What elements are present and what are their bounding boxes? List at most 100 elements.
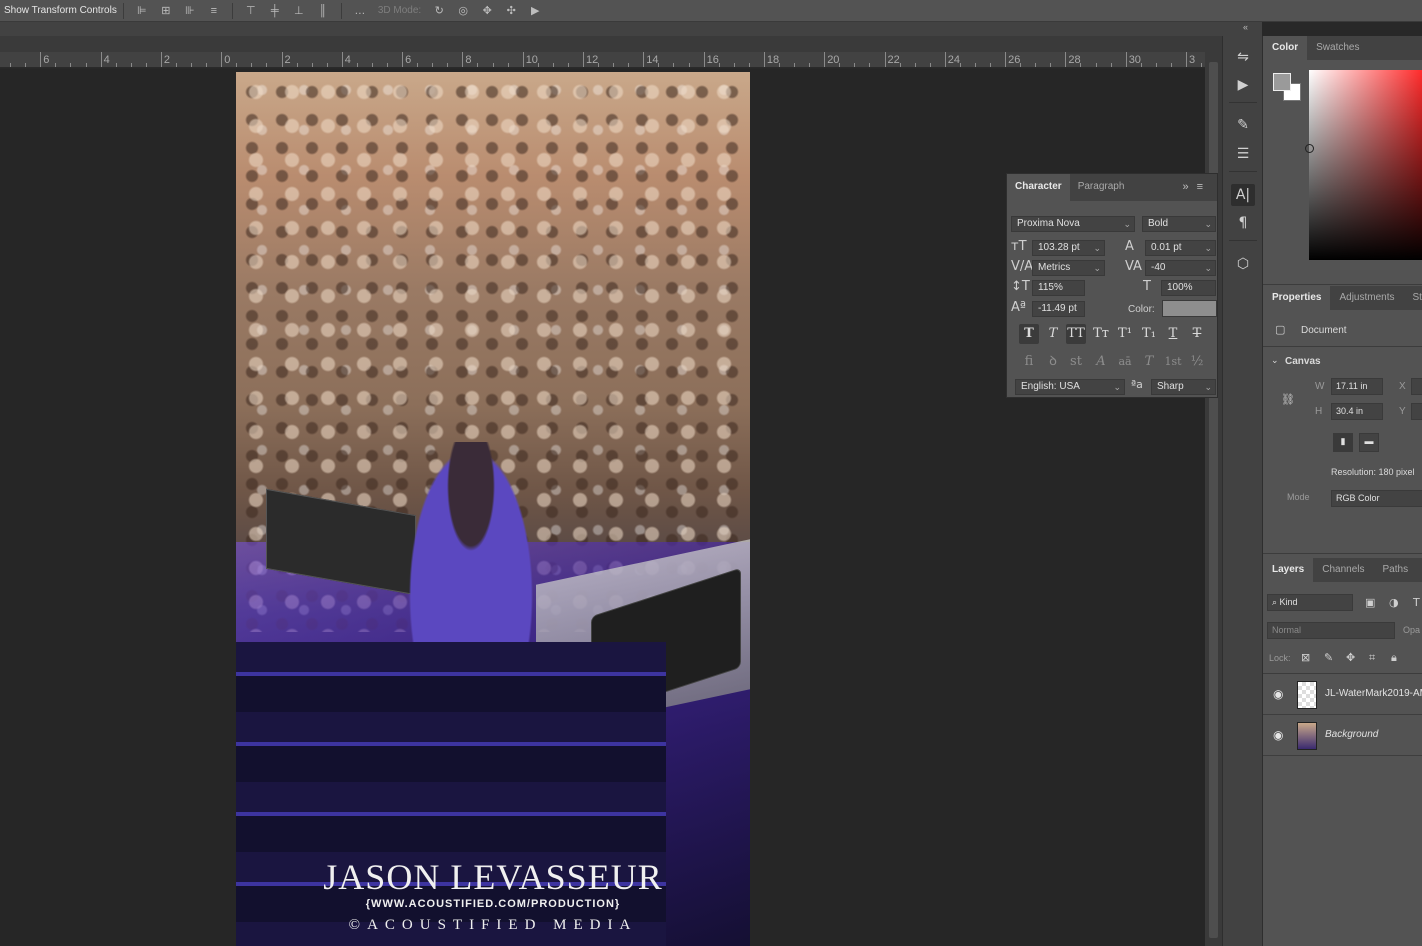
stylistic-alternates-button[interactable]: aā — [1115, 352, 1135, 372]
tab-character[interactable]: Character — [1007, 174, 1070, 201]
ruler-tick — [371, 63, 373, 67]
blend-mode-select[interactable]: Normal — [1267, 622, 1395, 639]
leading-field[interactable]: 0.01 pt ⌄ — [1145, 240, 1216, 256]
3d-orbit-icon[interactable]: ↻ — [432, 5, 446, 17]
vertical-scale-field[interactable]: 115% — [1032, 280, 1085, 296]
anti-alias-select[interactable]: Sharp ⌄ — [1151, 379, 1216, 395]
eye-icon[interactable]: ◉ — [1273, 687, 1283, 701]
ruler-tick — [130, 63, 132, 67]
align-left-icon[interactable]: ⊫ — [135, 5, 149, 17]
adjust-sliders-icon[interactable]: ☰ — [1231, 143, 1255, 165]
adjustment-filter-icon[interactable]: ◑ — [1389, 596, 1399, 609]
brush-settings-icon[interactable]: ✎ — [1231, 114, 1255, 136]
subscript-button[interactable]: T₁ — [1139, 324, 1159, 344]
3d-cube-icon[interactable]: ⬡ — [1231, 253, 1255, 275]
titling-alternates-button[interactable]: T — [1139, 352, 1159, 372]
fractions-button[interactable]: ½ — [1187, 352, 1207, 372]
ruler-tick — [40, 52, 42, 67]
faux-bold-button[interactable]: T — [1019, 324, 1039, 344]
more-options-icon[interactable]: … — [353, 5, 367, 17]
font-size-field[interactable]: 103.28 pt ⌄ — [1032, 240, 1105, 256]
character-panel: Character Paragraph »≡ Proxima Nova ⌄ Bol… — [1006, 173, 1218, 398]
distribute-icon[interactable]: ≡ — [207, 5, 221, 17]
3d-roll-icon[interactable]: ◎ — [456, 5, 470, 17]
tab-styles[interactable]: St — [1404, 286, 1422, 310]
layer-row[interactable]: ◉ Background — [1263, 716, 1422, 756]
history-icon[interactable]: ⇋ — [1231, 46, 1255, 68]
superscript-button[interactable]: T¹ — [1115, 324, 1135, 344]
ordinals-button[interactable]: 1st — [1163, 352, 1183, 372]
all-caps-button[interactable]: TT — [1066, 324, 1086, 344]
font-style-select[interactable]: Bold ⌄ — [1142, 216, 1216, 232]
kerning-field[interactable]: Metrics ⌄ — [1032, 260, 1105, 276]
ruler-tick — [492, 63, 494, 67]
tab-paragraph[interactable]: Paragraph — [1070, 174, 1133, 201]
ruler-tick — [974, 63, 976, 67]
tab-swatches[interactable]: Swatches — [1307, 36, 1368, 60]
strikethrough-button[interactable]: T — [1187, 324, 1207, 344]
eye-icon[interactable]: ◉ — [1273, 728, 1283, 742]
tab-properties[interactable]: Properties — [1263, 286, 1331, 310]
ruler-tick — [839, 63, 841, 67]
3d-slide-icon[interactable]: ✣ — [504, 5, 518, 17]
ruler-tick — [598, 63, 600, 67]
picker-cursor[interactable] — [1305, 144, 1314, 153]
color-mode-select[interactable]: RGB Color — [1331, 490, 1422, 507]
align-top-icon[interactable]: ⊤ — [244, 5, 258, 17]
small-caps-button[interactable]: Tт — [1091, 324, 1111, 344]
foreground-color-swatch[interactable] — [1273, 73, 1291, 91]
align-center-icon[interactable]: ⊞ — [159, 5, 173, 17]
lock-transparent-icon[interactable]: ⊠ — [1301, 651, 1310, 664]
3d-pan-icon[interactable]: ✥ — [480, 5, 494, 17]
baseline-shift-field[interactable]: -11.49 pt — [1032, 301, 1085, 317]
align-right-icon[interactable]: ⊪ — [183, 5, 197, 17]
tab-adjustments[interactable]: Adjustments — [1330, 286, 1403, 310]
collapse-panels-icon[interactable]: « — [1243, 22, 1248, 32]
align-middle-icon[interactable]: ╪ — [268, 5, 282, 17]
link-proportions-icon[interactable]: ⛓ — [1281, 393, 1295, 406]
layer-row[interactable]: ◉ JL-WaterMark2019-AM — [1263, 675, 1422, 715]
font-family-select[interactable]: Proxima Nova ⌄ — [1011, 216, 1135, 232]
portrait-orientation-button[interactable]: ▮ — [1333, 433, 1353, 452]
y-label: Y — [1399, 406, 1406, 417]
character-icon[interactable]: A| — [1231, 184, 1255, 206]
image-filter-icon[interactable]: ▣ — [1365, 596, 1375, 609]
paragraph-icon[interactable]: ¶ — [1231, 212, 1255, 234]
discretionary-ligatures-button[interactable]: st — [1066, 352, 1086, 372]
play-icon[interactable]: ▶ — [1231, 74, 1255, 96]
faux-italic-button[interactable]: T — [1043, 324, 1063, 344]
tab-channels[interactable]: Channels — [1313, 558, 1373, 582]
panel-menu-icon[interactable]: »≡ — [1182, 181, 1211, 193]
3d-camera-icon[interactable]: ▶ — [528, 5, 542, 17]
ligatures-button[interactable]: fi — [1019, 352, 1039, 372]
canvas-x-field[interactable] — [1411, 378, 1422, 395]
document-photo[interactable]: JASON LEVASSEUR {WWW.ACOUSTIFIED.COM/PRO… — [236, 72, 750, 946]
tracking-field[interactable]: -40 ⌄ — [1145, 260, 1216, 276]
show-transform-controls-label[interactable]: Show Transform Controls — [0, 5, 117, 16]
canvas-y-field[interactable] — [1411, 403, 1422, 420]
color-picker-field[interactable] — [1309, 70, 1422, 260]
distribute-vertical-icon[interactable]: ║ — [316, 5, 330, 17]
tab-color[interactable]: Color — [1263, 36, 1308, 60]
lock-artboard-icon[interactable]: ⌗ — [1369, 651, 1375, 665]
language-select[interactable]: English: USA ⌄ — [1015, 379, 1125, 395]
lock-all-icon[interactable]: 🔒︎ — [1391, 651, 1397, 665]
kerning-value: Metrics — [1038, 262, 1071, 273]
type-filter-icon[interactable]: T — [1413, 596, 1420, 609]
ruler-tick — [221, 52, 223, 67]
old-style-button[interactable]: ꝺ — [1043, 352, 1063, 372]
canvas-width-field[interactable]: 17.11 in — [1331, 378, 1383, 395]
align-bottom-icon[interactable]: ⊥ — [292, 5, 306, 17]
kind-filter-select[interactable]: ⌕ Kind — [1267, 594, 1353, 611]
canvas-height-field[interactable]: 30.4 in — [1331, 403, 1383, 420]
lock-position-icon[interactable]: ✥ — [1346, 651, 1355, 664]
underline-button[interactable]: T — [1163, 324, 1183, 344]
tab-paths[interactable]: Paths — [1374, 558, 1418, 582]
chevron-down-icon[interactable]: ⌄ — [1271, 355, 1279, 366]
swash-button[interactable]: A — [1091, 352, 1111, 372]
horizontal-scale-field[interactable]: 100% — [1161, 280, 1216, 296]
lock-image-icon[interactable]: ✎ — [1324, 651, 1333, 664]
text-color-swatch[interactable] — [1162, 300, 1217, 317]
landscape-orientation-button[interactable]: ▬ — [1359, 433, 1379, 452]
tab-layers[interactable]: Layers — [1263, 558, 1314, 582]
